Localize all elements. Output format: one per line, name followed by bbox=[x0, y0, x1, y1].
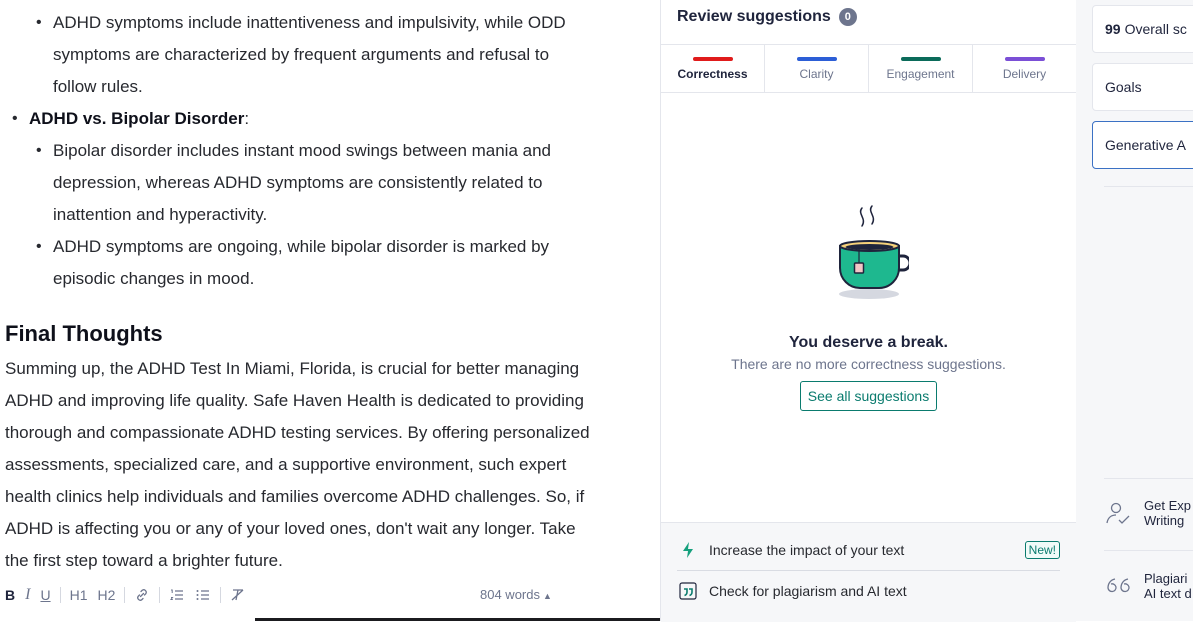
suggestion-count-badge: 0 bbox=[838, 8, 857, 26]
tab-color-bar bbox=[1004, 57, 1045, 61]
person-check-icon bbox=[1104, 500, 1132, 526]
list-item-label-suffix: : bbox=[244, 109, 250, 128]
review-panel: Review suggestions 0 Correctness Clarity… bbox=[660, 0, 1077, 622]
word-count-text: 804 words bbox=[480, 587, 540, 602]
bold-button[interactable]: B bbox=[0, 583, 20, 607]
link-icon[interactable] bbox=[129, 583, 155, 607]
plagiarism-ai-button[interactable]: Plagiari AI text d bbox=[1104, 571, 1193, 601]
heading2-button[interactable]: H2 bbox=[92, 583, 120, 607]
italic-button[interactable]: I bbox=[20, 583, 35, 607]
plagiarism-check-row[interactable]: Check for plagiarism and AI text bbox=[677, 571, 1060, 611]
see-all-suggestions-button[interactable]: See all suggestions bbox=[799, 381, 938, 411]
empty-state-subtitle: There are no more correctness suggestion… bbox=[731, 356, 1006, 372]
sidebar-divider bbox=[1104, 478, 1193, 479]
section-heading[interactable]: Final Thoughts bbox=[5, 319, 590, 349]
list-item-text: ADHD symptoms are ongoing, while bipolar… bbox=[53, 237, 550, 288]
tab-correctness[interactable]: Correctness bbox=[661, 45, 765, 92]
expert-line-1: Get Exp bbox=[1144, 498, 1191, 513]
word-count[interactable]: 804 words ▲ bbox=[480, 587, 552, 602]
odd-sublist: ADHD symptoms include inattentiveness an… bbox=[5, 7, 590, 103]
clear-formatting-icon[interactable] bbox=[225, 583, 251, 607]
review-header: Review suggestions 0 bbox=[677, 7, 857, 27]
expert-writing-help-button[interactable]: Get Exp Writing bbox=[1104, 498, 1193, 528]
review-title: Review suggestions bbox=[677, 8, 831, 25]
tab-label: Delivery bbox=[1002, 67, 1047, 81]
increase-impact-label: Increase the impact of your text bbox=[709, 542, 905, 558]
generative-ai-label: Generative A bbox=[1105, 137, 1186, 153]
sidebar-divider bbox=[1104, 186, 1193, 187]
lightning-icon bbox=[677, 541, 699, 559]
empty-state-title: You deserve a break. bbox=[789, 334, 948, 351]
generative-ai-button[interactable]: Generative A bbox=[1092, 121, 1193, 169]
plagiarism-check-label: Check for plagiarism and AI text bbox=[709, 583, 907, 599]
numbered-list-icon[interactable] bbox=[164, 583, 190, 607]
list-item-bold-label: ADHD vs. Bipolar Disorder bbox=[29, 109, 245, 128]
suggestion-tabs: Correctness Clarity Engagement Delivery bbox=[661, 44, 1076, 93]
bipolar-sublist: Bipolar disorder includes instant mood s… bbox=[5, 135, 590, 295]
coffee-cup-icon bbox=[838, 205, 909, 299]
expert-writing-label: Get Exp Writing bbox=[1144, 498, 1191, 528]
toolbar-divider bbox=[124, 587, 126, 603]
tab-color-bar bbox=[796, 57, 837, 61]
quote-marks-icon bbox=[1104, 575, 1132, 597]
bulleted-list-icon[interactable] bbox=[190, 583, 216, 607]
plagiarism-ai-label: Plagiari AI text d bbox=[1144, 571, 1192, 601]
format-toolbar: B I U H1 H2 804 words ▲ bbox=[0, 578, 660, 612]
list-item[interactable]: Bipolar disorder includes instant mood s… bbox=[5, 135, 590, 231]
overall-score-number: 99 bbox=[1105, 21, 1121, 37]
bipolar-list: ADHD vs. Bipolar Disorder: Bipolar disor… bbox=[0, 103, 590, 295]
list-item-bipolar[interactable]: ADHD vs. Bipolar Disorder: Bipolar disor… bbox=[0, 103, 590, 295]
plagiarism-line-2: AI text d bbox=[1144, 586, 1192, 601]
tab-engagement[interactable]: Engagement bbox=[869, 45, 973, 92]
toolbar-divider bbox=[159, 587, 161, 603]
list-item-text: Bipolar disorder includes instant mood s… bbox=[53, 141, 552, 224]
toolbar-divider bbox=[220, 587, 222, 603]
underline-button[interactable]: U bbox=[35, 583, 55, 607]
tab-delivery[interactable]: Delivery bbox=[973, 45, 1076, 92]
quote-icon bbox=[677, 582, 699, 600]
document-editor[interactable]: ADHD symptoms include inattentiveness an… bbox=[0, 0, 660, 621]
tab-color-bar bbox=[900, 57, 941, 61]
empty-state: You deserve a break. There are no more c… bbox=[661, 200, 1076, 411]
goals-label: Goals bbox=[1105, 79, 1142, 95]
review-footer: Increase the impact of your text New! Ch… bbox=[661, 522, 1076, 622]
caret-up-icon: ▲ bbox=[542, 591, 552, 601]
tab-label: Engagement bbox=[886, 67, 955, 81]
plagiarism-line-1: Plagiari bbox=[1144, 571, 1188, 586]
tab-label: Clarity bbox=[799, 67, 834, 81]
sidebar-divider bbox=[1104, 550, 1193, 551]
goals-button[interactable]: Goals bbox=[1092, 63, 1193, 111]
document-viewport: ADHD symptoms include inattentiveness an… bbox=[0, 0, 660, 570]
document-body[interactable]: ADHD symptoms include inattentiveness an… bbox=[5, 0, 590, 570]
tab-color-bar bbox=[692, 57, 733, 61]
tab-label: Correctness bbox=[677, 67, 748, 81]
list-item[interactable]: ADHD symptoms include inattentiveness an… bbox=[5, 7, 590, 103]
overall-score-label: Overall sc bbox=[1124, 21, 1187, 37]
heading1-button[interactable]: H1 bbox=[65, 583, 93, 607]
section-paragraph[interactable]: Summing up, the ADHD Test In Miami, Flor… bbox=[5, 353, 590, 570]
toolbar-divider bbox=[59, 587, 61, 603]
list-item-text: ADHD symptoms include inattentiveness an… bbox=[53, 13, 566, 96]
increase-impact-row[interactable]: Increase the impact of your text New! bbox=[677, 530, 1060, 571]
expert-line-2: Writing bbox=[1144, 513, 1185, 528]
right-sidebar: 99 Overall sc Goals Generative A Get Exp… bbox=[1076, 0, 1193, 621]
tab-clarity[interactable]: Clarity bbox=[765, 45, 869, 92]
overall-score-button[interactable]: 99 Overall sc bbox=[1092, 5, 1193, 53]
list-item[interactable]: ADHD symptoms are ongoing, while bipolar… bbox=[5, 231, 590, 295]
new-badge: New! bbox=[1024, 541, 1060, 559]
